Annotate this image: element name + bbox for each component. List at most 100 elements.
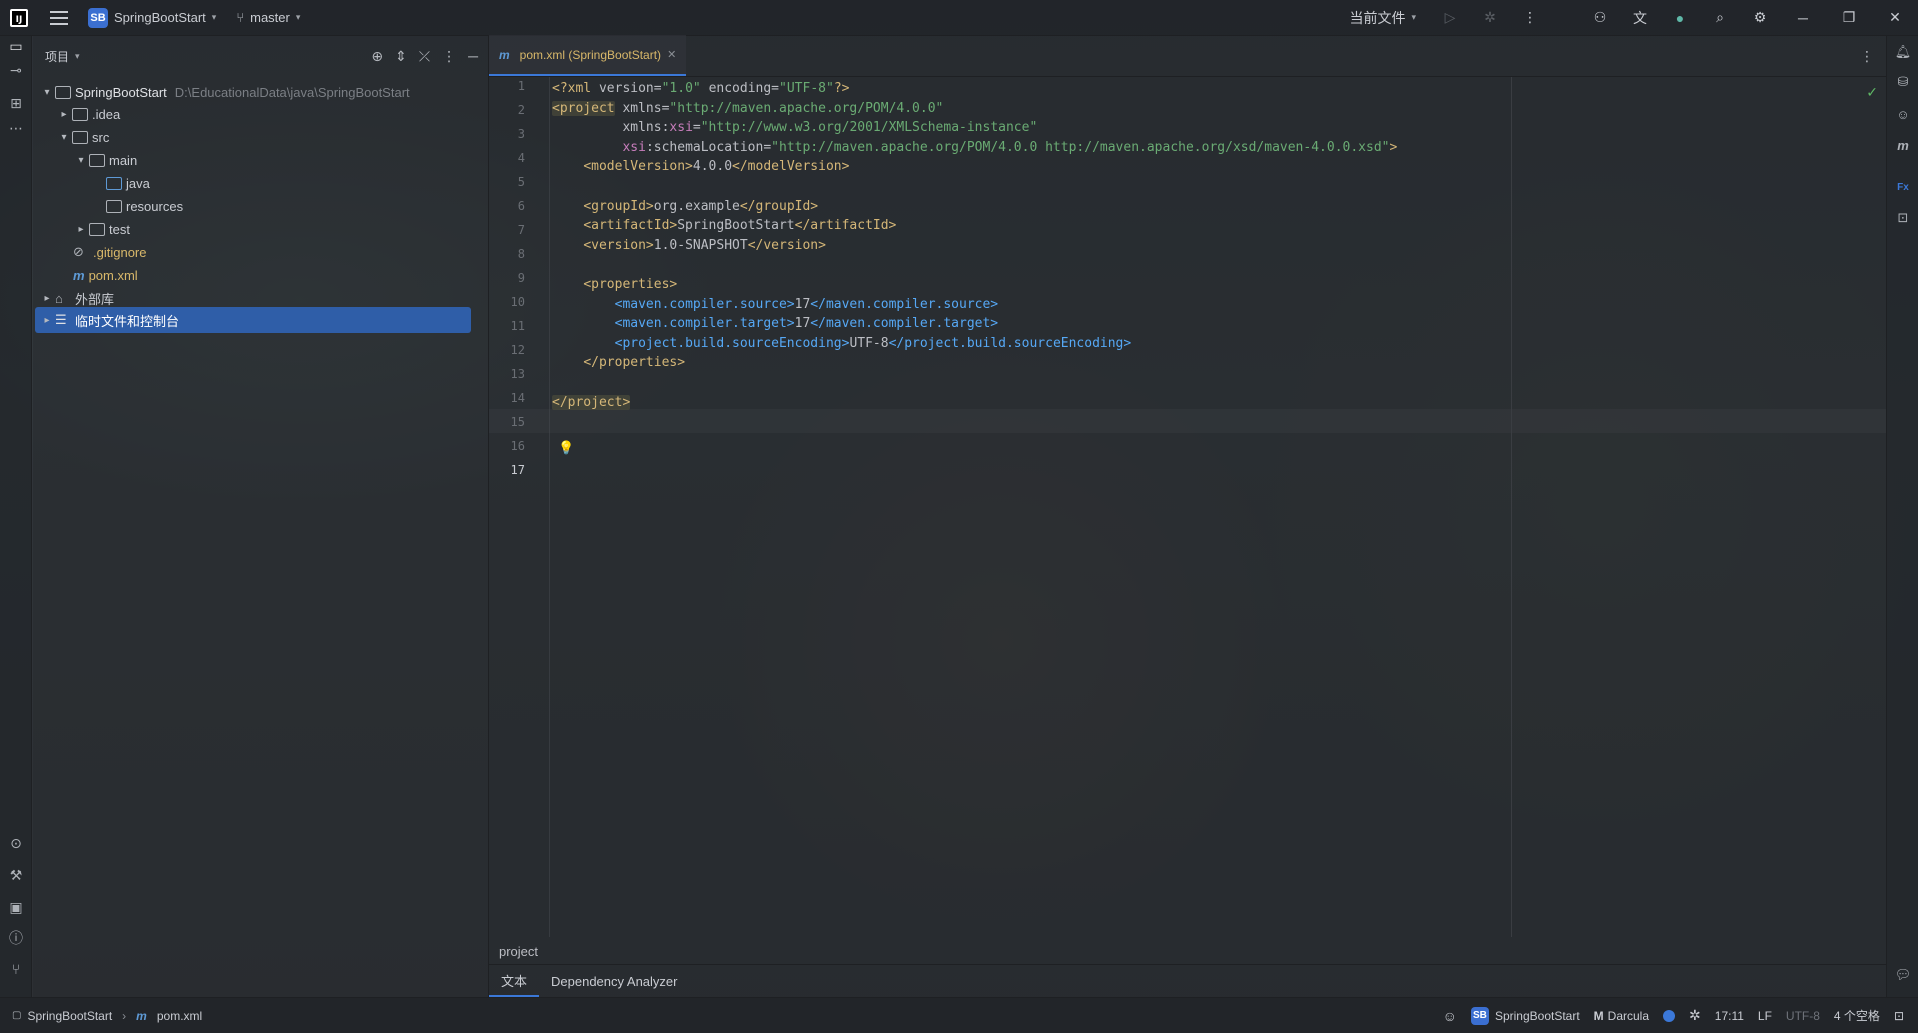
resources-folder-icon <box>106 199 122 213</box>
notifications-icon[interactable]: 🔔︎ <box>1893 42 1913 62</box>
intention-bulb-icon[interactable]: 💡 <box>558 440 574 456</box>
chevron-right-icon[interactable]: ▸ <box>39 293 55 304</box>
chevron-right-icon[interactable]: ▸ <box>73 224 89 235</box>
editor-tab-bar: m pom.xml (SpringBootStart) ✕ ⋮ <box>489 35 1886 77</box>
scratches-icon: ☰ <box>55 312 67 327</box>
tree-item-label: java <box>126 175 150 191</box>
terminal-tool-icon[interactable]: ▣ <box>6 897 26 917</box>
status-caret-position[interactable]: 17:11 <box>1715 1009 1744 1023</box>
line-number: 10 <box>510 295 525 309</box>
tab-options-icon[interactable]: ⋮ <box>1860 48 1874 65</box>
chevron-down-icon[interactable]: ▾ <box>73 155 89 166</box>
bookmarks-icon[interactable]: ⊡ <box>1893 208 1913 228</box>
locate-file-icon[interactable]: ⊕ <box>371 48 383 65</box>
module-icon: ▢ <box>12 1010 22 1021</box>
project-panel-header: 项目 ▾ ⊕ ⇕ ⤫ ⋮ ─ <box>33 36 488 76</box>
status-project-name[interactable]: SpringBootStart <box>1495 1009 1580 1023</box>
services-tool-icon[interactable]: ⊙ <box>6 833 26 853</box>
chevron-right-icon[interactable]: ▸ <box>56 109 72 120</box>
more-tools-icon[interactable]: ⋯ <box>6 118 26 138</box>
chevron-down-icon[interactable]: ▾ <box>75 51 80 62</box>
debug-icon[interactable]: ✲ <box>1470 0 1510 35</box>
plugin-status-icon[interactable]: ✲ <box>1689 1007 1701 1024</box>
status-crumb-file[interactable]: pom.xml <box>157 1009 202 1023</box>
tab-dependency-analyzer[interactable]: Dependency Analyzer <box>539 965 689 997</box>
tab-label: pom.xml (SpringBootStart) <box>519 47 662 62</box>
git-tool-icon[interactable]: ⑂ <box>6 959 26 979</box>
run-config-selector[interactable]: 当前文件 ▾ <box>1335 0 1430 35</box>
collapse-all-icon[interactable]: ⤫ <box>419 48 430 65</box>
expand-all-icon[interactable]: ⇕ <box>395 48 407 65</box>
line-number: 16 <box>510 439 525 453</box>
status-indent[interactable]: 4 个空格 <box>1834 1007 1880 1024</box>
editor-breadcrumb[interactable]: project <box>499 944 538 959</box>
code-line[interactable]: </properties> <box>552 351 685 375</box>
branch-icon: ⑂ <box>236 10 245 25</box>
account-icon[interactable]: ⚇ <box>1580 0 1620 35</box>
code-line[interactable]: </project> <box>552 391 631 415</box>
restore-icon[interactable]: ❐ <box>1826 0 1872 35</box>
status-encoding[interactable]: UTF-8 <box>1786 1009 1820 1023</box>
folder-icon <box>72 130 88 144</box>
minimize-icon[interactable]: ─ <box>1780 0 1826 35</box>
chevron-right-icon[interactable]: ▸ <box>39 315 55 326</box>
build-tool-icon[interactable]: ⚒ <box>6 865 26 885</box>
run-icon[interactable]: ▷ <box>1430 0 1470 35</box>
ai-assistant-icon[interactable]: ● <box>1660 0 1700 35</box>
module-folder-icon <box>55 85 71 99</box>
chevron-down-icon[interactable]: ▾ <box>56 132 72 143</box>
maven-tool-icon[interactable]: m <box>1893 135 1913 155</box>
translate-icon[interactable]: 文 <box>1620 0 1660 35</box>
folder-icon <box>72 107 88 121</box>
status-crumb-project[interactable]: SpringBootStart <box>27 1009 112 1023</box>
folder-icon <box>89 153 105 167</box>
fx-icon[interactable]: Fx <box>1893 177 1913 197</box>
status-bar: ▢ SpringBootStart › m pom.xml ☺ SB Sprin… <box>0 997 1918 1033</box>
structure-tool-icon[interactable]: ⊞ <box>6 93 26 113</box>
line-number: 3 <box>517 127 525 141</box>
project-switcher[interactable]: SB SpringBootStart ▾ <box>88 7 216 28</box>
project-name: SpringBootStart <box>114 10 206 25</box>
project-tool-icon[interactable]: ▭ <box>6 36 26 56</box>
tree-item-label: 临时文件和控制台 <box>75 313 180 329</box>
hide-panel-icon[interactable]: ─ <box>468 48 478 65</box>
status-theme[interactable]: Darcula <box>1608 1009 1649 1023</box>
options-icon[interactable]: ⋮ <box>442 48 456 65</box>
database-icon[interactable]: ⛁ <box>1893 72 1913 92</box>
ai-status-icon[interactable] <box>1663 1009 1676 1022</box>
branch-switcher[interactable]: ⑂ master ▾ <box>236 10 300 25</box>
line-number: 9 <box>517 271 525 285</box>
tree-item-path: D:\EducationalData\java\SpringBootStart <box>174 84 410 100</box>
chat-icon[interactable]: 💬︎ <box>1893 965 1913 985</box>
copilot-icon[interactable]: ☺ <box>1893 104 1913 124</box>
settings-icon[interactable]: ⚙ <box>1740 0 1780 35</box>
line-number: 1 <box>517 79 525 93</box>
no-problems-check-icon[interactable]: ✓ <box>1866 84 1878 101</box>
project-panel-title[interactable]: 项目 <box>45 48 69 65</box>
close-window-icon[interactable]: ✕ <box>1872 0 1918 35</box>
more-actions-icon[interactable]: ⋮ <box>1510 0 1550 35</box>
copilot-status-icon[interactable]: ☺ <box>1443 1008 1457 1024</box>
source-folder-icon <box>106 176 122 190</box>
lock-icon[interactable]: ⊡ <box>1894 1009 1904 1023</box>
project-panel: 项目 ▾ ⊕ ⇕ ⤫ ⋮ ─ ▾ SpringBootStart D:\Educ… <box>33 36 489 997</box>
tree-item-scratches[interactable]: ▸ ☰ 临时文件和控制台 <box>35 307 471 333</box>
close-icon[interactable]: ✕ <box>667 48 676 61</box>
chevron-right-icon: › <box>122 1008 127 1023</box>
library-icon: ⌂ <box>55 290 63 306</box>
code-line[interactable]: <modelVersion>4.0.0</modelVersion> <box>552 155 849 179</box>
tree-item-label: .idea <box>92 106 121 122</box>
tab-text[interactable]: 文本 <box>489 965 540 997</box>
chevron-down-icon: ▾ <box>295 12 301 22</box>
search-icon[interactable]: ⌕ <box>1700 0 1740 35</box>
main-menu-icon[interactable] <box>50 10 68 25</box>
intellij-logo-icon[interactable]: IJ <box>10 8 28 27</box>
tab-pom-xml[interactable]: m pom.xml (SpringBootStart) ✕ <box>489 35 687 76</box>
chevron-down-icon[interactable]: ▾ <box>39 87 55 98</box>
chevron-down-icon: ▾ <box>1411 12 1416 22</box>
problems-tool-icon[interactable]: ⓘ <box>6 928 26 948</box>
status-line-separator[interactable]: LF <box>1758 1009 1772 1023</box>
code-line[interactable]: <version>1.0-SNAPSHOT</version> <box>552 234 826 258</box>
commit-tool-icon[interactable]: ⊸ <box>6 60 26 80</box>
editor-bottom-tabs: 文本 Dependency Analyzer <box>489 964 1886 997</box>
